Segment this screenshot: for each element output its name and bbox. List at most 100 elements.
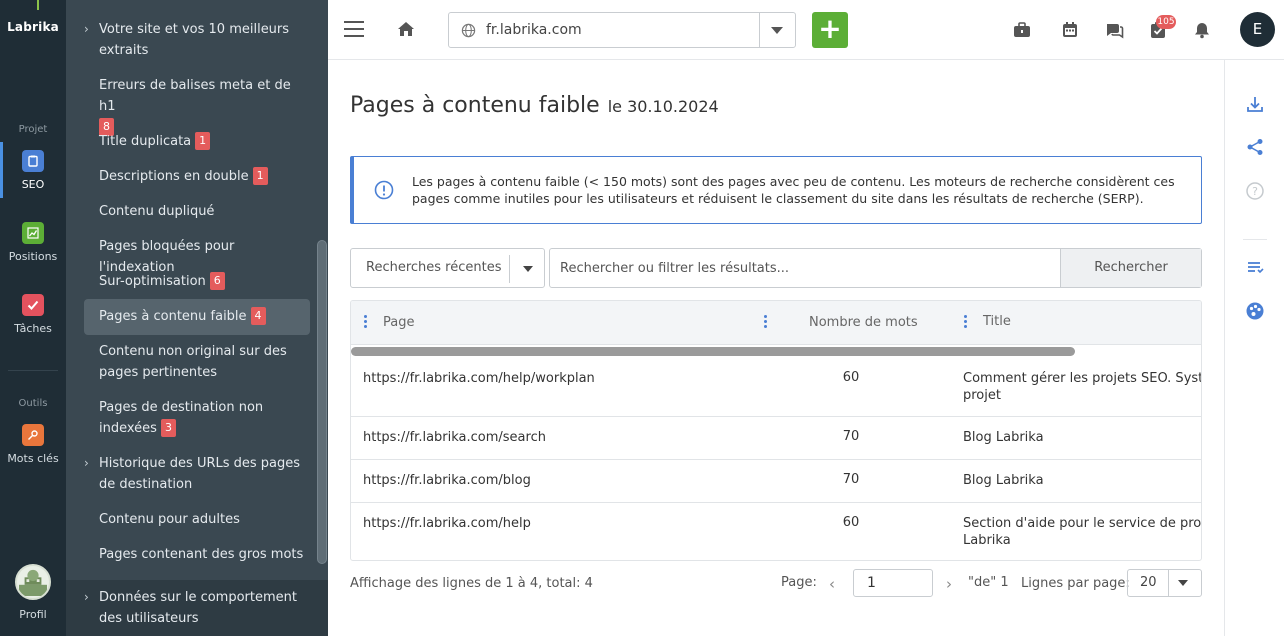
hamburger-menu-icon[interactable]: [344, 21, 364, 39]
cell-title: Blog Labrika: [963, 430, 1044, 445]
column-header-words[interactable]: Nombre de mots: [809, 315, 918, 330]
recent-searches-select[interactable]: Recherches récentes: [350, 248, 545, 288]
menu-item-contenu-faible[interactable]: Pages à contenu faible 4: [84, 299, 310, 335]
column-menu-icon[interactable]: [964, 315, 968, 329]
menu-item-top-extraits[interactable]: › Votre site et vos 10 meilleurs extrait…: [84, 19, 310, 61]
divider: [509, 255, 510, 283]
add-button[interactable]: +: [812, 12, 848, 48]
list-icon[interactable]: [1245, 258, 1265, 278]
page-number-input[interactable]: 1: [853, 569, 933, 597]
search-input[interactable]: [550, 249, 1060, 287]
column-header-title[interactable]: Title: [983, 314, 1011, 329]
cell-words: 60: [842, 515, 860, 530]
cell-page[interactable]: https://fr.labrika.com/help: [363, 516, 531, 531]
rail-item-profil[interactable]: Profil: [0, 564, 66, 621]
menu-item-title-duplicata[interactable]: Title duplicata 1: [84, 131, 310, 152]
column-header-page[interactable]: Page: [383, 315, 414, 330]
rail-item-positions[interactable]: Positions: [0, 222, 66, 263]
column-menu-icon[interactable]: [364, 315, 368, 329]
search-bar: Rechercher: [549, 248, 1202, 288]
column-menu-icon[interactable]: [764, 315, 768, 329]
menu-item-sur-optimisation[interactable]: Sur-optimisation 6: [84, 271, 310, 292]
table-row[interactable]: https://fr.labrika.com/help/workplan 60 …: [351, 358, 1201, 417]
share-icon[interactable]: [1245, 137, 1265, 157]
rows-per-page-label: Lignes par page:: [1021, 576, 1130, 591]
menu-scrollbar[interactable]: [317, 240, 327, 564]
menu-item-contenu-adultes[interactable]: Contenu pour adultes: [84, 509, 310, 530]
chevron-right-icon: ›: [84, 22, 89, 36]
calendar-icon[interactable]: [1060, 20, 1080, 40]
rows-per-page-select[interactable]: 20: [1127, 569, 1202, 597]
page-date: le 30.10.2024: [607, 97, 719, 116]
count-badge: 4: [250, 307, 266, 325]
divider: [759, 13, 760, 47]
download-icon[interactable]: [1245, 94, 1265, 114]
seo-submenu: › Votre site et vos 10 meilleurs extrait…: [66, 0, 328, 636]
cell-title: Section d'aide pour le service de promot…: [963, 516, 1202, 548]
briefcase-icon[interactable]: [1012, 20, 1032, 40]
right-toolbar: ?: [1224, 60, 1284, 636]
table-header: Page Nombre de mots Title: [351, 301, 1201, 345]
top-bar: fr.labrika.com + 105 E: [328, 0, 1284, 60]
seo-icon: [22, 150, 44, 172]
rows-per-page-value: 20: [1140, 575, 1157, 590]
count-badge: 1: [195, 132, 211, 150]
menu-item-historique-urls[interactable]: › Historique des URLs des pages de desti…: [84, 453, 310, 495]
divider: [1243, 239, 1267, 240]
menu-item-destination-non-indexees[interactable]: Pages de destination non indexées 3: [84, 397, 310, 439]
key-icon: [22, 424, 44, 446]
chevron-down-icon[interactable]: [771, 27, 783, 34]
table-row[interactable]: https://fr.labrika.com/help 60 Section d…: [351, 503, 1202, 560]
palette-icon[interactable]: [1245, 301, 1265, 321]
horizontal-scrollbar[interactable]: [351, 347, 1075, 356]
menu-item-descriptions-double[interactable]: Descriptions en double 1: [84, 166, 310, 187]
chart-icon: [22, 222, 44, 244]
menu-item-contenu-non-original[interactable]: Contenu non original sur des pages perti…: [84, 341, 310, 383]
cell-page[interactable]: https://fr.labrika.com/blog: [363, 473, 531, 488]
chevron-down-icon[interactable]: [1178, 580, 1188, 586]
chevron-down-icon[interactable]: [523, 266, 533, 272]
divider: [1168, 570, 1169, 596]
info-icon: [374, 180, 394, 200]
globe-icon: [461, 23, 476, 38]
search-button[interactable]: Rechercher: [1060, 249, 1201, 287]
bell-icon[interactable]: [1192, 20, 1212, 40]
table-row[interactable]: https://fr.labrika.com/search 70 Blog La…: [351, 417, 1201, 460]
recent-searches-label: Recherches récentes: [366, 260, 502, 275]
cell-words: 70: [842, 472, 860, 487]
menu-item-gros-mots[interactable]: Pages contenant des gros mots: [84, 544, 310, 565]
cell-page[interactable]: https://fr.labrika.com/search: [363, 430, 546, 445]
menu-item-contenu-duplique[interactable]: Contenu dupliqué: [84, 201, 310, 222]
app-logo[interactable]: Labrika: [0, 20, 66, 34]
info-callout: Les pages à contenu faible (< 150 mots) …: [350, 156, 1202, 224]
site-selector[interactable]: fr.labrika.com: [448, 12, 796, 48]
cell-page[interactable]: https://fr.labrika.com/help/workplan: [363, 371, 595, 386]
count-badge: 6: [209, 272, 225, 290]
rail-section-project: Projet: [18, 124, 48, 135]
chevron-right-icon: ›: [84, 590, 89, 604]
count-badge: 3: [160, 419, 176, 437]
cell-words: 60: [842, 370, 860, 385]
page-title: Pages à contenu faible le 30.10.2024: [350, 93, 719, 118]
chat-icon[interactable]: [1104, 20, 1124, 40]
home-icon[interactable]: [396, 19, 416, 39]
page-label: Page:: [781, 575, 817, 590]
rail-item-label: Positions: [8, 250, 58, 263]
menu-item-comportement-utilisateurs[interactable]: › Données sur le comportement des utilis…: [84, 587, 310, 629]
table-row[interactable]: https://fr.labrika.com/blog 70 Blog Labr…: [351, 460, 1201, 503]
rail-item-label: SEO: [21, 178, 45, 191]
rail-item-label: Profil: [19, 608, 47, 621]
rail-item-seo[interactable]: SEO: [0, 150, 66, 191]
rows-summary: Affichage des lignes de 1 à 4, total: 4: [350, 576, 593, 591]
help-icon[interactable]: ?: [1245, 181, 1265, 201]
rail-section-tools: Outils: [18, 398, 48, 409]
rail-item-taches[interactable]: Tâches: [0, 294, 66, 335]
chevron-left-icon[interactable]: ‹: [829, 575, 835, 593]
chevron-right-icon[interactable]: ›: [946, 575, 952, 593]
rail-item-mots-cles[interactable]: Mots clés: [0, 424, 66, 465]
rail-item-label: Tâches: [14, 322, 52, 335]
cell-words: 70: [842, 429, 860, 444]
user-avatar[interactable]: E: [1240, 12, 1275, 47]
menu-item-meta-h1[interactable]: Erreurs de balises meta et de h1 8: [84, 75, 310, 138]
cell-title: Comment gérer les projets SEO. Systèmepr…: [963, 371, 1201, 403]
